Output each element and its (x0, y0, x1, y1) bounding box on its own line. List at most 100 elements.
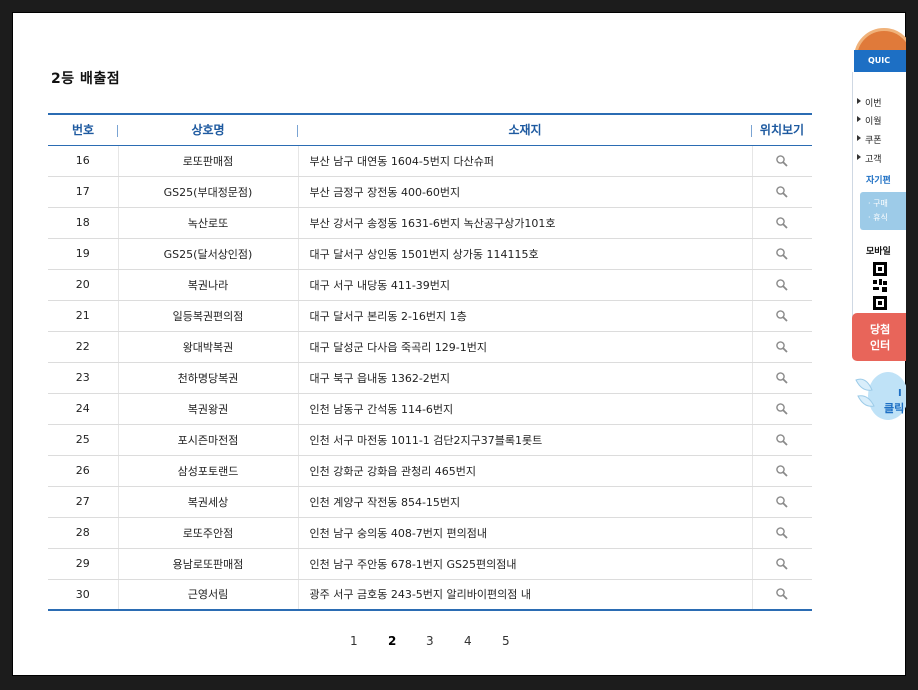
table-row: 16 로또판매점 부산 남구 대연동 1604-5번지 다산슈퍼 (48, 145, 812, 177)
magnifier-icon[interactable] (775, 495, 789, 509)
table-row: 29 용남로또판매점 인천 남구 주안동 678-1번지 GS25편의점내 (48, 548, 812, 580)
quick-section-label: 자기편 (866, 176, 891, 186)
header-number: 번호 (48, 113, 118, 146)
row-address: 부산 금정구 장전동 400-60번지 (298, 176, 753, 208)
row-store-name: GS25(부대정문점) (118, 176, 299, 208)
row-view-location[interactable] (752, 145, 812, 177)
row-store-name: 복권왕권 (118, 393, 299, 425)
magnifier-icon[interactable] (775, 433, 789, 447)
row-view-location[interactable] (752, 300, 812, 332)
row-view-location[interactable] (752, 486, 812, 518)
row-address: 인천 남구 숭의동 408-7번지 편의점내 (298, 517, 753, 549)
row-view-location[interactable] (752, 176, 812, 208)
table-row: 23 천하명당복권 대구 북구 읍내동 1362-2번지 (48, 362, 812, 394)
arrow-right-icon (857, 135, 861, 141)
row-address: 부산 남구 대연동 1604-5번지 다산슈퍼 (298, 145, 753, 177)
row-number: 25 (48, 424, 119, 456)
row-view-location[interactable] (752, 362, 812, 394)
page-title: 2등 배출점 (51, 71, 121, 87)
quick-item-1[interactable]: 이번 (857, 96, 882, 109)
quick-menu-header: QUIC (854, 50, 906, 72)
quick-item-2[interactable]: 이월 (857, 114, 882, 127)
row-address: 광주 서구 금호동 243-5번지 알리바이편의점 내 (298, 579, 753, 611)
row-view-location[interactable] (752, 331, 812, 363)
row-store-name: 로또주안점 (118, 517, 299, 549)
magnifier-icon[interactable] (775, 154, 789, 168)
table-row: 24 복권왕권 인천 남동구 간석동 114-6번지 (48, 393, 812, 425)
quick-item-3[interactable]: 쿠폰 (857, 133, 882, 146)
table-row: 19 GS25(달서상인점) 대구 달서구 상인동 1501번지 상가동 11411… (48, 238, 812, 270)
header-view-location: 위치보기 (752, 113, 812, 146)
row-store-name: 천하명당복권 (118, 362, 299, 394)
magnifier-icon[interactable] (775, 371, 789, 385)
magnifier-icon[interactable] (775, 340, 789, 354)
row-number: 29 (48, 548, 119, 580)
row-store-name: 왕대박복권 (118, 331, 299, 363)
row-store-name: 용남로또판매점 (118, 548, 299, 580)
row-number: 19 (48, 238, 119, 270)
page-link-1[interactable]: 1 (350, 634, 358, 648)
row-view-location[interactable] (752, 207, 812, 239)
row-address: 인천 계양구 작전동 854-15번지 (298, 486, 753, 518)
magnifier-icon[interactable] (775, 587, 789, 601)
row-number: 21 (48, 300, 119, 332)
page-link-4[interactable]: 4 (464, 634, 472, 648)
row-store-name: 일등복권편의점 (118, 300, 299, 332)
magnifier-icon[interactable] (775, 526, 789, 540)
row-address: 인천 강화군 강화읍 관청리 465번지 (298, 455, 753, 487)
pagination: 1 2 3 4 5 (342, 634, 542, 650)
table-row: 17 GS25(부대정문점) 부산 금정구 장전동 400-60번지 (48, 176, 812, 208)
row-number: 17 (48, 176, 119, 208)
header-store-name: 상호명 (118, 113, 298, 146)
row-view-location[interactable] (752, 269, 812, 301)
quick-menu-panel: 이번 이월 쿠폰 고객 자기편 · 구매 · 휴식 모바일 (852, 72, 906, 322)
row-view-location[interactable] (752, 393, 812, 425)
quick-item-4[interactable]: 고객 (857, 152, 882, 165)
row-number: 24 (48, 393, 119, 425)
winning-info-button[interactable]: 당첨 인터 (852, 313, 906, 361)
table-row: 22 왕대박복권 대구 달성군 다사읍 죽곡리 129-1번지 (48, 331, 812, 363)
row-number: 30 (48, 579, 119, 611)
row-address: 인천 남동구 간석동 114-6번지 (298, 393, 753, 425)
magnifier-icon[interactable] (775, 278, 789, 292)
magnifier-icon[interactable] (775, 402, 789, 416)
row-number: 18 (48, 207, 119, 239)
magnifier-icon[interactable] (775, 185, 789, 199)
row-address: 대구 달서구 상인동 1501번지 상가동 114115호 (298, 238, 753, 270)
table-header-row: 번호 상호명 소재지 위치보기 (48, 113, 812, 146)
magnifier-icon[interactable] (775, 309, 789, 323)
row-address: 대구 북구 읍내동 1362-2번지 (298, 362, 753, 394)
table-row: 25 포시즌마전점 인천 서구 마전동 1011-1 검단2지구37블록1롯트 (48, 424, 812, 456)
row-view-location[interactable] (752, 455, 812, 487)
row-store-name: 녹산로또 (118, 207, 299, 239)
table-row: 21 일등복권편의점 대구 달서구 본리동 2-16번지 1층 (48, 300, 812, 332)
row-number: 23 (48, 362, 119, 394)
row-view-location[interactable] (752, 424, 812, 456)
magnifier-icon[interactable] (775, 216, 789, 230)
quick-menu: QUIC 이번 이월 쿠폰 고객 자기편 · 구매 · 휴식 모바일 (852, 28, 906, 328)
svg-text:I: I (898, 388, 902, 399)
svg-text:클릭: 클릭 (884, 402, 904, 415)
magnifier-icon[interactable] (775, 464, 789, 478)
table-row: 30 근영서림 광주 서구 금호동 243-5번지 알리바이편의점 내 (48, 579, 812, 611)
browser-content: 2등 배출점 번호 상호명 소재지 위치보기 16 로또판매점 부산 남구 대연동 … (12, 12, 906, 676)
row-view-location[interactable] (752, 238, 812, 270)
table-row: 27 복권세상 인천 계양구 작전동 854-15번지 (48, 486, 812, 518)
magnifier-icon[interactable] (775, 247, 789, 261)
row-view-location[interactable] (752, 548, 812, 580)
row-store-name: 복권세상 (118, 486, 299, 518)
magnifier-icon[interactable] (775, 557, 789, 571)
quick-blue-box[interactable]: · 구매 · 휴식 (860, 192, 906, 230)
row-store-name: GS25(달서상인점) (118, 238, 299, 270)
page-link-3[interactable]: 3 (426, 634, 434, 648)
page-link-2[interactable]: 2 (388, 634, 396, 648)
row-number: 22 (48, 331, 119, 363)
table-row: 18 녹산로또 부산 강서구 송정동 1631-6번지 녹산공구상가101호 (48, 207, 812, 239)
row-view-location[interactable] (752, 579, 812, 611)
table-row: 26 삼성포토랜드 인천 강화군 강화읍 관청리 465번지 (48, 455, 812, 487)
table-row: 28 로또주안점 인천 남구 숭의동 408-7번지 편의점내 (48, 517, 812, 549)
bird-mascot-icon[interactable]: I 클릭 (852, 366, 906, 426)
row-view-location[interactable] (752, 517, 812, 549)
page-link-5[interactable]: 5 (502, 634, 510, 648)
winning-stores-table: 번호 상호명 소재지 위치보기 16 로또판매점 부산 남구 대연동 1604-5번… (48, 113, 812, 611)
